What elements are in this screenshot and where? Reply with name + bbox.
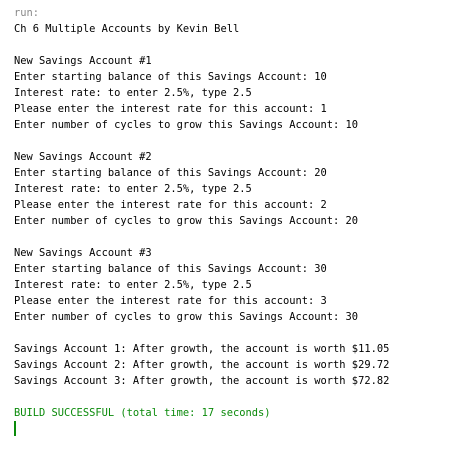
account-1-rate-hint: Interest rate: to enter 2.5%, type 2.5 bbox=[14, 87, 252, 99]
text-caret bbox=[14, 421, 16, 436]
account-1-rate-prompt: Please enter the interest rate for this … bbox=[14, 103, 327, 115]
account-2-header: New Savings Account #2 bbox=[14, 151, 152, 163]
account-2-rate-hint: Interest rate: to enter 2.5%, type 2.5 bbox=[14, 183, 252, 195]
result-line-3: Savings Account 3: After growth, the acc… bbox=[14, 375, 390, 387]
account-3-rate-hint: Interest rate: to enter 2.5%, type 2.5 bbox=[14, 279, 252, 291]
result-line-1: Savings Account 1: After growth, the acc… bbox=[14, 343, 390, 355]
account-3-header: New Savings Account #3 bbox=[14, 247, 152, 259]
account-3-cycles-prompt: Enter number of cycles to grow this Savi… bbox=[14, 311, 359, 323]
account-1-cycles-prompt: Enter number of cycles to grow this Savi… bbox=[14, 119, 359, 131]
output-console[interactable]: run: Ch 6 Multiple Accounts by Kevin Bel… bbox=[0, 0, 459, 453]
account-3-balance-prompt: Enter starting balance of this Savings A… bbox=[14, 263, 327, 275]
account-2-cycles-prompt: Enter number of cycles to grow this Savi… bbox=[14, 215, 359, 227]
account-2-rate-prompt: Please enter the interest rate for this … bbox=[14, 199, 327, 211]
program-title: Ch 6 Multiple Accounts by Kevin Bell bbox=[14, 23, 240, 35]
account-1-header: New Savings Account #1 bbox=[14, 55, 152, 67]
result-line-2: Savings Account 2: After growth, the acc… bbox=[14, 359, 390, 371]
run-label: run: bbox=[14, 7, 40, 19]
account-1-balance-prompt: Enter starting balance of this Savings A… bbox=[14, 71, 327, 83]
account-2-balance-prompt: Enter starting balance of this Savings A… bbox=[14, 167, 327, 179]
build-status: BUILD SUCCESSFUL (total time: 17 seconds… bbox=[14, 407, 271, 419]
account-3-rate-prompt: Please enter the interest rate for this … bbox=[14, 295, 327, 307]
